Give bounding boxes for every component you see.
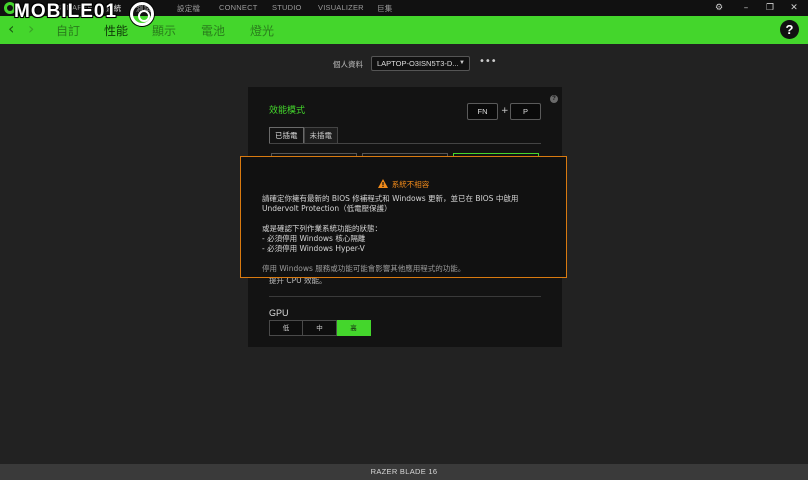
minimize-icon[interactable]: – xyxy=(740,2,752,14)
hotkey-fn: FN xyxy=(467,103,498,120)
power-source-tabs: 已插電 未插電 xyxy=(269,127,338,144)
gpu-option-low[interactable]: 低 xyxy=(269,320,303,336)
top-nav-macros[interactable]: 巨集 xyxy=(377,3,392,14)
system-incompatible-dialog: 系統不相容 請確定你擁有最新的 BIOS 修補程式和 Windows 更新，並已… xyxy=(240,156,567,278)
tab-lighting[interactable]: 燈光 xyxy=(250,22,274,39)
top-nav-connect[interactable]: CONNECT xyxy=(219,3,257,12)
tab-battery[interactable]: 電池 xyxy=(201,22,225,39)
section-divider xyxy=(269,296,541,297)
top-nav-profiles[interactable]: 設定檔 xyxy=(177,3,200,14)
dialog-instruction: 請確定你擁有最新的 BIOS 修補程式和 Windows 更新，並已在 BIOS… xyxy=(262,194,519,213)
more-options-icon[interactable]: ••• xyxy=(479,57,497,67)
gpu-option-high[interactable]: 高 xyxy=(337,320,371,336)
profile-value: LAPTOP-O3ISN5T3-D... xyxy=(377,59,459,68)
settings-gear-icon[interactable]: ⚙ xyxy=(713,2,725,14)
dialog-note: 停用 Windows 服務或功能可能會影響其他應用程式的功能。 xyxy=(262,264,466,273)
profile-dropdown[interactable]: LAPTOP-O3ISN5T3-D... ▼ xyxy=(371,56,470,71)
watermark-text: MOBILE01 xyxy=(14,1,118,22)
dialog-header: 系統不相容 xyxy=(241,172,566,191)
dialog-requirement-core-isolation: - 必須停用 Windows 核心隔離 xyxy=(262,234,366,243)
tab-divider xyxy=(269,143,541,144)
tab-on-battery[interactable]: 未插電 xyxy=(303,127,338,144)
dialog-requirement-hyper-v: - 必須停用 Windows Hyper-V xyxy=(262,244,365,253)
device-footer: RAZER BLADE 16 xyxy=(0,464,808,480)
performance-mode-title: 效能模式 xyxy=(269,106,306,116)
watermark-ring-icon xyxy=(130,2,154,26)
razer-synapse-window: SYNAPSE 系統 測試 設定檔 CONNECT STUDIO VISUALI… xyxy=(0,0,808,480)
restore-icon[interactable]: ❐ xyxy=(764,2,776,14)
gpu-label: GPU xyxy=(269,308,289,318)
top-nav-visualizer[interactable]: VISUALIZER xyxy=(318,3,364,12)
profile-label: 個人資料 xyxy=(333,60,363,69)
dialog-body: 請確定你擁有最新的 BIOS 修補程式和 Windows 更新，並已在 BIOS… xyxy=(262,194,552,274)
hotkey-p: P xyxy=(510,103,541,120)
gpu-option-medium[interactable]: 中 xyxy=(303,320,337,336)
help-button[interactable]: ? xyxy=(780,20,799,39)
chevron-down-icon: ▼ xyxy=(459,60,465,66)
warning-icon xyxy=(377,179,388,188)
dialog-check-heading: 或是確認下列作業系統功能的狀態： xyxy=(262,224,382,233)
watermark-logo: MOBILE01 xyxy=(14,1,154,27)
dialog-title: 系統不相容 xyxy=(391,180,430,189)
panel-help-icon[interactable]: ? xyxy=(550,95,558,103)
close-icon[interactable]: ✕ xyxy=(788,2,800,14)
gpu-segmented-control: 低 中 高 xyxy=(269,320,371,336)
tab-plugged-in[interactable]: 已插電 xyxy=(269,127,304,144)
hotkey-plus: + xyxy=(501,106,509,116)
tab-display[interactable]: 顯示 xyxy=(152,22,176,39)
top-nav-studio[interactable]: STUDIO xyxy=(272,3,302,12)
